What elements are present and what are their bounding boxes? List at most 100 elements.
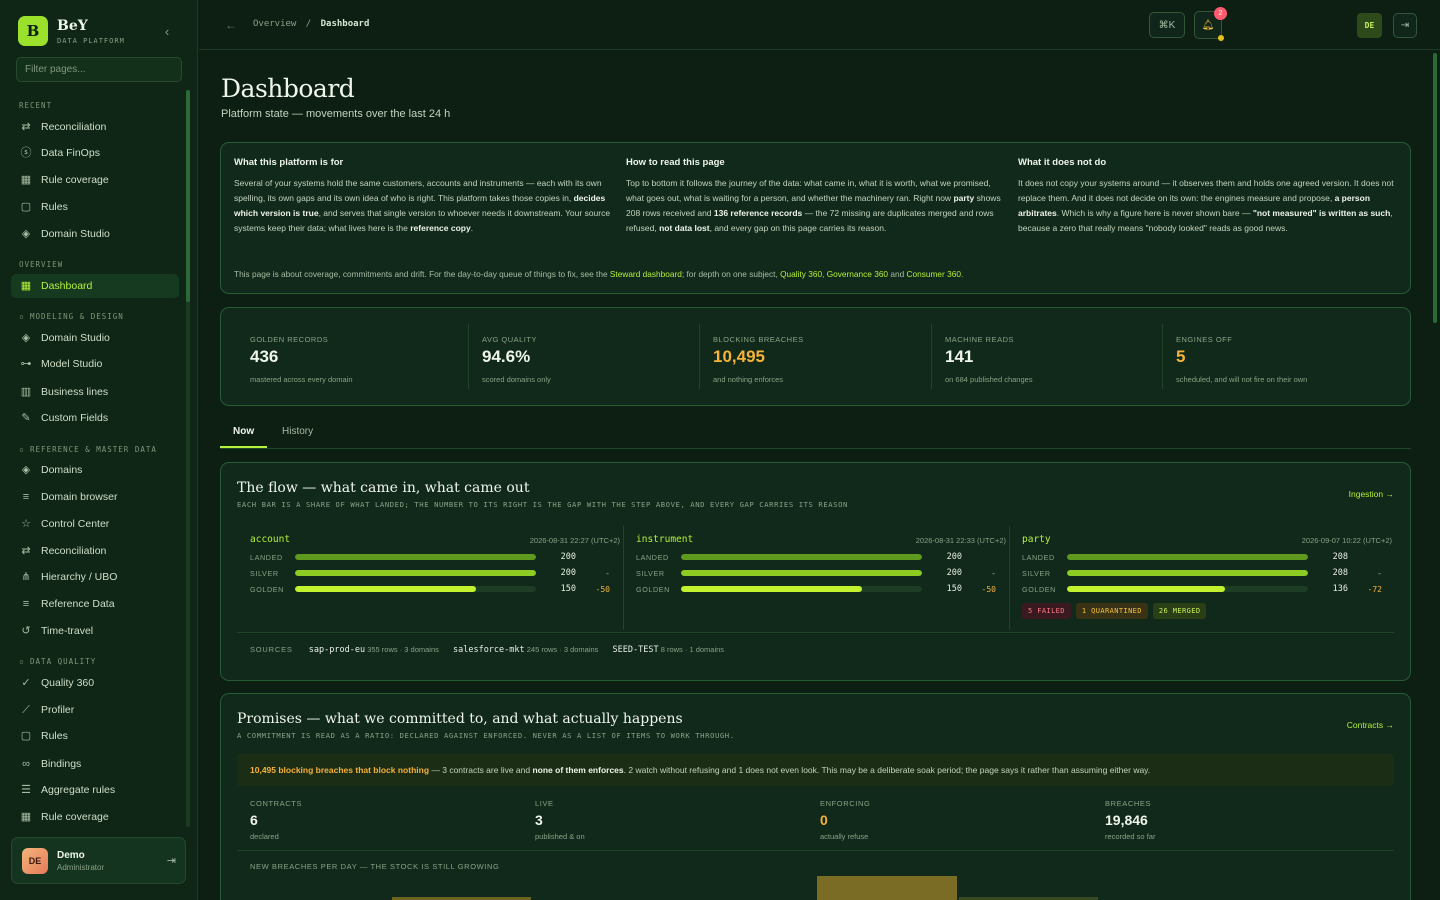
sidebar-item-domain-studio-recent[interactable]: ◈ Domain Studio: [11, 222, 179, 246]
sidebar-item-business-lines[interactable]: ▥ Business lines: [11, 380, 179, 404]
quality-360-link[interactable]: Quality 360: [780, 269, 822, 279]
logout-icon[interactable]: ⇥: [167, 854, 176, 867]
promises-subtitle: A COMMITMENT IS READ AS A RATIO: DECLARE…: [237, 731, 735, 740]
intro-column-purpose: What this platform is for Several of you…: [234, 157, 612, 236]
failed-badge[interactable]: 5 FAILED: [1022, 603, 1071, 619]
star-icon: ☆: [21, 518, 31, 530]
sidebar-item-model-studio[interactable]: ⊶ Model Studio: [11, 352, 179, 376]
promises-title: Promises — what we committed to, and wha…: [237, 711, 683, 727]
row-silver: SILVER 208-: [1022, 568, 1382, 578]
promise-kpi-live[interactable]: LIVE 3 published & on: [535, 799, 585, 841]
sidebar-item-rules-recent[interactable]: ▢ Rules: [11, 195, 179, 219]
steward-dashboard-link[interactable]: Steward dashboard: [610, 269, 682, 279]
sidebar-item-data-finops[interactable]: ⓢ Data FinOps: [11, 141, 179, 165]
filter-pages-input[interactable]: [16, 57, 182, 82]
governance-360-link[interactable]: Governance 360: [827, 269, 888, 279]
bar-golden: [1067, 586, 1225, 592]
breaches-bar[interactable]: [817, 876, 957, 900]
logout-button[interactable]: ⇥: [1393, 13, 1417, 38]
user-role: Administrator: [57, 862, 105, 872]
kpi-avg-quality[interactable]: AVG QUALITY 94.6% scored domains only: [453, 324, 551, 389]
user-card[interactable]: DE Demo Administrator ⇥: [11, 837, 186, 884]
sidebar-item-label: Data FinOps: [41, 147, 100, 159]
sidebar-item-reconciliation[interactable]: ⇄ Reconciliation: [11, 539, 179, 563]
kpi-blocking-breaches[interactable]: BLOCKING BREACHES 10,495 and nothing enf…: [684, 324, 804, 389]
sidebar-item-rule-coverage-recent[interactable]: ▦ Rule coverage: [11, 168, 179, 192]
page-subtitle: Platform state — movements over the last…: [221, 108, 451, 120]
sidebar-item-label: Rules: [41, 201, 68, 213]
sidebar-item-rule-coverage[interactable]: ▦ Rule coverage: [11, 805, 179, 829]
sidebar-item-control-center[interactable]: ☆ Control Center: [11, 512, 179, 536]
notifications-button[interactable]: 🔔︎ 2: [1194, 7, 1227, 41]
sidebar-item-domain-studio[interactable]: ◈ Domain Studio: [11, 326, 179, 350]
row-silver: SILVER 200-: [636, 568, 996, 578]
nav-section-quality[interactable]: ▫ DATA QUALITY: [19, 657, 96, 666]
kpi-engines-off[interactable]: ENGINES OFF 5 scheduled, and will not fi…: [1147, 324, 1307, 389]
ingestion-link[interactable]: Ingestion →: [1349, 489, 1394, 499]
sidebar-item-label: Aggregate rules: [41, 784, 116, 796]
kpi-golden-records[interactable]: GOLDEN RECORDS 436 mastered across every…: [221, 324, 353, 389]
sidebar-item-reconciliation-recent[interactable]: ⇄ Reconciliation: [11, 115, 179, 139]
breadcrumb-overview[interactable]: Overview: [253, 19, 296, 29]
command-palette-button[interactable]: ⌘K: [1149, 12, 1185, 38]
brand[interactable]: B BeY DATA PLATFORM: [18, 16, 125, 46]
entity-divider: [1009, 526, 1010, 630]
promise-kpi-breaches[interactable]: BREACHES 19,846 recorded so far: [1105, 799, 1155, 841]
shield-check-icon: ✓: [21, 677, 31, 689]
sidebar-item-rules[interactable]: ▢ Rules: [11, 724, 179, 748]
sidebar-item-time-travel[interactable]: ↺ Time-travel: [11, 619, 179, 643]
sidebar-scrollbar[interactable]: [186, 90, 190, 302]
contracts-link[interactable]: Contracts →: [1347, 720, 1394, 730]
source-name[interactable]: SEED-TEST: [613, 645, 659, 655]
sidebar-item-reference-data[interactable]: ≡ Reference Data: [11, 592, 179, 616]
sidebar-item-label: Bindings: [41, 758, 82, 770]
promise-kpi-contracts[interactable]: CONTRACTS 6 declared: [250, 799, 302, 841]
main-scrollbar[interactable]: [1433, 53, 1437, 323]
sidebar-item-label: Domain Studio: [41, 228, 110, 240]
sidebar-item-hierarchy-ubo[interactable]: ⋔ Hierarchy / UBO: [11, 565, 179, 589]
sidebar-item-label: Quality 360: [41, 677, 95, 689]
source-name[interactable]: salesforce-mkt: [453, 645, 525, 655]
sidebar-item-label: Domains: [41, 464, 83, 476]
promise-kpi-enforcing[interactable]: ENFORCING 0 actually refuse: [820, 799, 870, 841]
source-name[interactable]: sap-prod-eu: [309, 645, 365, 655]
back-arrow-icon[interactable]: ←: [225, 18, 237, 32]
flow-entity-instrument[interactable]: instrument 2026-08-31 22:33 (UTC+2) LAND…: [636, 534, 1006, 597]
language-switch[interactable]: DE: [1357, 13, 1382, 38]
merged-badge[interactable]: 26 MERGED: [1152, 603, 1207, 619]
flow-entity-party[interactable]: party 2026-09-07 10:22 (UTC+2) LANDED 208…: [1022, 534, 1392, 619]
nav-section-reference[interactable]: ▫ REFERENCE & MASTER DATA: [19, 445, 157, 454]
tab-history[interactable]: History: [282, 426, 313, 446]
clipboard-icon: ▢: [20, 201, 32, 213]
nav-section-modeling[interactable]: ▫ MODELING & DESIGN: [19, 312, 124, 321]
sidebar-item-bindings[interactable]: ∞ Bindings: [11, 752, 179, 776]
sidebar-item-aggregate-rules[interactable]: ☰ Aggregate rules: [11, 778, 179, 802]
brand-name: BeY: [57, 17, 88, 34]
kpi-machine-reads[interactable]: MACHINE READS 141 on 684 published chang…: [916, 324, 1033, 389]
sidebar-item-custom-fields[interactable]: ✎ Custom Fields: [11, 406, 179, 430]
grid-icon: ▦: [20, 174, 32, 186]
row-landed: LANDED 200: [636, 552, 962, 562]
row-golden: GOLDEN 150 -50: [636, 584, 996, 594]
collapse-sidebar-chevron-icon[interactable]: ‹: [160, 25, 174, 39]
promises-card: Promises — what we committed to, and wha…: [220, 693, 1411, 900]
sidebar-item-profiler[interactable]: ⟋ Profiler: [11, 698, 179, 722]
sidebar-item-label: Domain browser: [41, 491, 118, 503]
source-meta: 355 rows · 3 domains: [367, 645, 439, 654]
flow-card: The flow — what came in, what came out E…: [220, 462, 1411, 681]
sidebar-item-quality-360[interactable]: ✓ Quality 360: [11, 671, 179, 695]
layers-icon: ◈: [21, 464, 31, 476]
tab-now[interactable]: Now: [220, 426, 268, 448]
intro-purpose-heading: What this platform is for: [234, 157, 344, 168]
sidebar-item-domain-browser[interactable]: ≡ Domain browser: [11, 485, 179, 509]
arrows-icon: ⇄: [21, 545, 31, 557]
flow-entity-account[interactable]: account 2026-08-31 22:27 (UTC+2) LANDED 2…: [250, 534, 620, 597]
sidebar-item-dashboard[interactable]: ▦ Dashboard: [11, 274, 179, 298]
quarantined-badge[interactable]: 1 QUARANTINED: [1075, 603, 1148, 619]
consumer-360-link[interactable]: Consumer 360: [907, 269, 961, 279]
entity-timestamp: 2026-08-31 22:27 (UTC+2): [529, 536, 620, 545]
sidebar-item-label: Profiler: [41, 704, 75, 716]
sidebar-item-domains[interactable]: ◈ Domains: [11, 458, 179, 482]
nav-section-recent: RECENT: [19, 101, 53, 110]
sidebar-item-label: Model Studio: [41, 358, 103, 370]
